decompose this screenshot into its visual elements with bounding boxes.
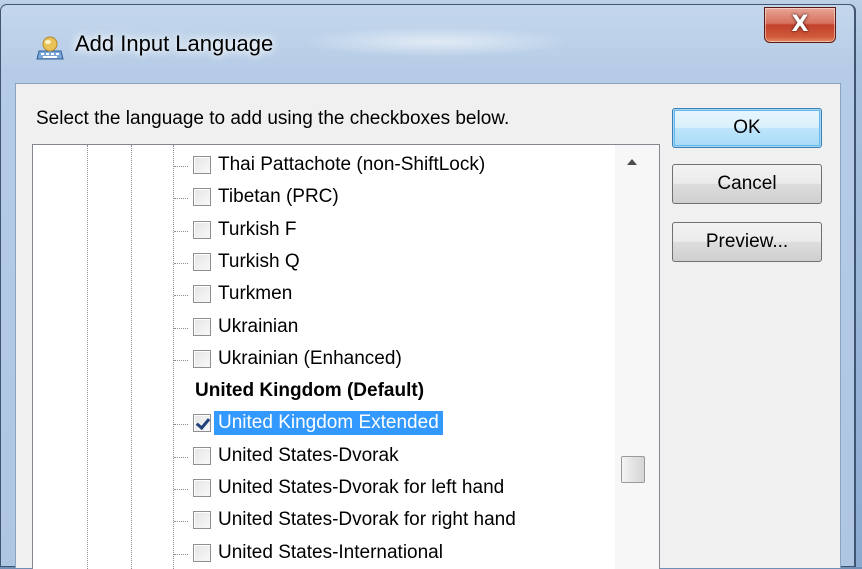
- tree-connector: [174, 262, 188, 264]
- list-item[interactable]: Tibetan (PRC): [33, 183, 613, 213]
- language-checkbox[interactable]: [193, 317, 211, 336]
- tree-connector: [174, 327, 188, 329]
- language-checkbox[interactable]: [193, 188, 211, 207]
- language-checkbox[interactable]: [193, 252, 211, 271]
- language-checkbox[interactable]: [193, 479, 211, 497]
- tree-connector: [174, 424, 188, 426]
- list-item[interactable]: United States-Dvorak: [33, 442, 613, 472]
- close-icon: X: [791, 12, 809, 37]
- tree-connector: [174, 295, 188, 297]
- list-item-label: United Kingdom Extended: [214, 411, 443, 436]
- language-checkbox[interactable]: [193, 285, 211, 304]
- list-item[interactable]: Turkish F: [33, 216, 613, 246]
- language-checkbox[interactable]: [193, 156, 211, 174]
- list-item-label: Turkmen: [218, 283, 293, 305]
- window-title: Add Input Language: [75, 31, 274, 56]
- tree-connector: [174, 359, 188, 361]
- list-item-label: Turkish F: [218, 218, 297, 240]
- tree-connector: [174, 553, 188, 555]
- title-bar-glow: [301, 27, 571, 57]
- list-item[interactable]: Thai Pattachote (non-ShiftLock): [33, 151, 613, 181]
- language-checkbox[interactable]: [193, 543, 211, 562]
- language-checkbox[interactable]: [193, 446, 211, 465]
- keyboard-icon: [36, 36, 64, 60]
- list-item-label: Thai Pattachote (non-ShiftLock): [218, 154, 486, 175]
- list-item[interactable]: United Kingdom (Default): [33, 377, 613, 407]
- list-item[interactable]: United States-Dvorak for left hand: [33, 474, 613, 504]
- add-input-language-dialog: Add Input Language X Select the language…: [0, 4, 856, 569]
- scrollbar-thumb[interactable]: [621, 456, 645, 483]
- list-item[interactable]: United States-Dvorak for right hand: [33, 506, 613, 536]
- list-item-label: Tibetan (PRC): [218, 186, 339, 208]
- tree-connector: [174, 521, 188, 523]
- tree-connector: [174, 166, 188, 167]
- instruction-text: Select the language to add using the che…: [36, 108, 510, 129]
- language-checkbox[interactable]: [193, 349, 211, 368]
- title-bar[interactable]: Add Input Language X: [1, 5, 854, 77]
- cancel-button[interactable]: Cancel: [672, 164, 822, 204]
- language-checkbox[interactable]: [193, 220, 211, 239]
- scroll-up-arrow-icon[interactable]: [627, 159, 637, 165]
- dialog-client-area: Select the language to add using the che…: [15, 83, 841, 569]
- list-item-label: United States-Dvorak for right hand: [218, 509, 516, 531]
- list-item-label: Turkish Q: [218, 250, 300, 272]
- preview-button[interactable]: Preview...: [672, 222, 822, 262]
- vertical-scrollbar[interactable]: [615, 145, 659, 569]
- list-item[interactable]: United States-International: [33, 539, 613, 569]
- language-checkbox[interactable]: [193, 414, 211, 433]
- list-item-label: Ukrainian: [218, 315, 299, 337]
- list-item[interactable]: Turkmen: [33, 280, 613, 310]
- tree-connector: [174, 230, 188, 232]
- tree-connector: [174, 489, 188, 490]
- language-checkbox[interactable]: [193, 511, 211, 530]
- tree-connector: [174, 456, 188, 458]
- list-item[interactable]: United Kingdom Extended: [33, 409, 613, 439]
- list-item-label: Ukrainian (Enhanced): [218, 347, 402, 369]
- tree-connector: [174, 198, 188, 200]
- list-item[interactable]: Ukrainian: [33, 313, 613, 343]
- list-item[interactable]: Turkish Q: [33, 248, 613, 278]
- list-item-label: United States-Dvorak: [218, 444, 399, 466]
- list-item-label: United States-International: [218, 541, 443, 563]
- list-item-label: United States-Dvorak for left hand: [218, 477, 505, 498]
- language-tree-list[interactable]: Thai Pattachote (non-ShiftLock) Tibetan (…: [32, 144, 660, 569]
- list-item[interactable]: Ukrainian (Enhanced): [33, 345, 613, 375]
- close-button[interactable]: X: [764, 7, 836, 43]
- ok-button[interactable]: OK: [672, 108, 822, 148]
- list-item-label: United Kingdom (Default): [195, 380, 425, 402]
